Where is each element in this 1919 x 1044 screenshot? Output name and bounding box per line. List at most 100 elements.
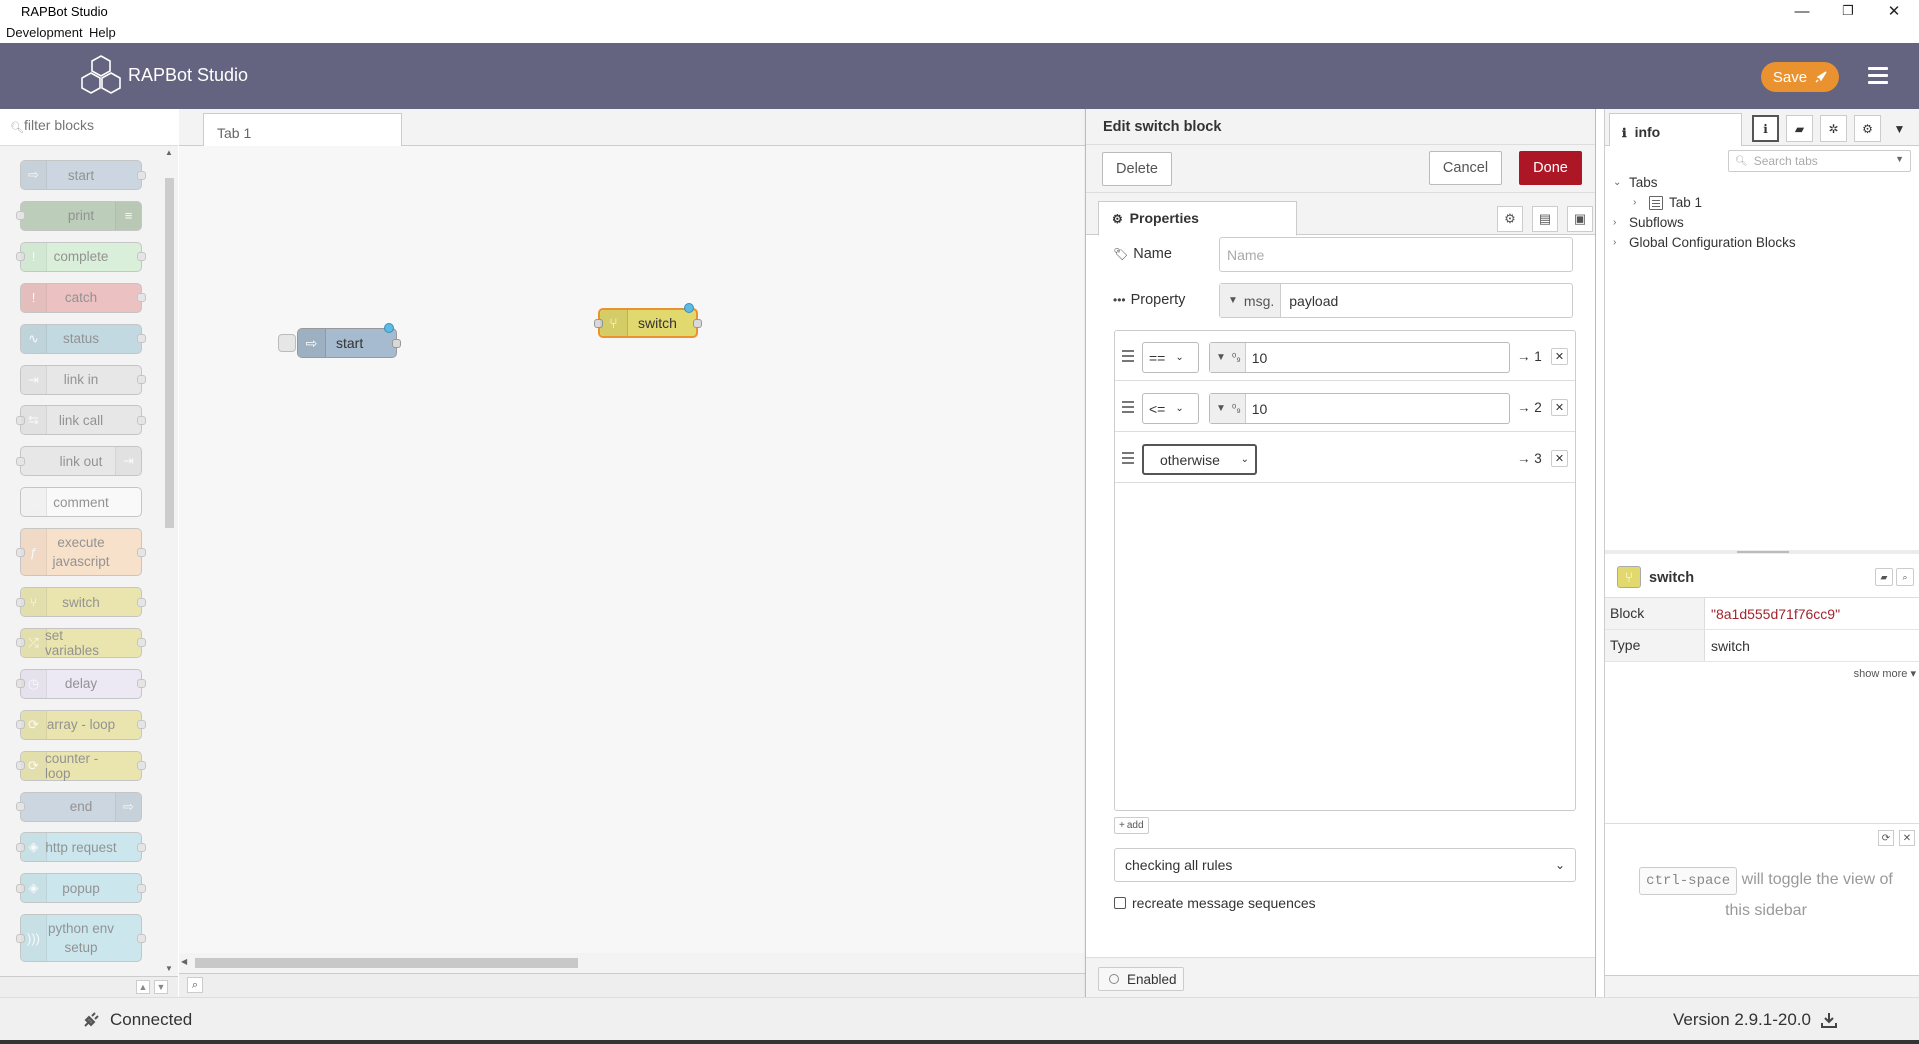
switch-icon: ⑂ xyxy=(21,588,47,616)
palette-node-comment[interactable]: ◌ comment xyxy=(20,487,142,518)
scroll-up-icon[interactable]: ▲ xyxy=(165,148,173,157)
search-icon[interactable]: ⌕ xyxy=(187,977,203,993)
rule-value-input[interactable]: ▼ ⁰₉ 10 xyxy=(1209,393,1510,424)
menu-help[interactable]: Help xyxy=(89,25,116,40)
palette-node-end[interactable]: ⇨ end xyxy=(16,791,142,822)
cancel-button[interactable]: Cancel xyxy=(1429,151,1502,185)
palette-node-python-env-setup[interactable]: ))) python env setup xyxy=(16,914,146,963)
download-icon[interactable] xyxy=(1820,1012,1837,1028)
menu-development[interactable]: Development xyxy=(6,25,83,40)
palette-filter-input[interactable] xyxy=(24,117,164,133)
recreate-checkbox[interactable] xyxy=(1114,897,1126,909)
description-icon[interactable]: ▤ xyxy=(1532,206,1558,232)
palette-footer: ▲ ▼ xyxy=(0,976,178,997)
bug-icon[interactable]: ✲ xyxy=(1820,115,1847,142)
palette-node-delay[interactable]: ◷ delay xyxy=(16,668,146,699)
exclamation-icon: ! xyxy=(21,242,47,271)
palette-node-http-request[interactable]: ◈ http request xyxy=(16,832,146,863)
enabled-toggle[interactable]: Enabled xyxy=(1098,967,1184,991)
drag-handle-icon[interactable] xyxy=(1122,350,1134,365)
tree-item-global-config[interactable]: › Global Configuration Blocks xyxy=(1613,235,1796,250)
app-name: RAPBot Studio xyxy=(128,65,249,85)
flow-node-start[interactable]: ⇨ start xyxy=(278,323,401,358)
value-type-select[interactable]: ▼ ⁰₉ xyxy=(1210,343,1246,372)
tree-item-subflows[interactable]: › Subflows xyxy=(1613,215,1684,230)
search-tabs-input[interactable]: 🔍︎ Search tabs ▼ xyxy=(1728,150,1911,172)
book-icon[interactable]: ▰ xyxy=(1875,568,1893,586)
appearance-icon[interactable]: ▣ xyxy=(1567,206,1593,232)
maximize-button[interactable]: ❐ xyxy=(1828,0,1868,22)
palette-node-link-in[interactable]: ⇥ link in xyxy=(20,364,146,395)
settings-gear-icon[interactable]: ⚙ xyxy=(1497,206,1523,232)
palette-node-counter-loop[interactable]: ⟳ counter - loop xyxy=(16,750,146,781)
flow-canvas[interactable]: ⇨ start ⑂ switch xyxy=(179,146,1085,962)
palette-node-complete[interactable]: ! complete xyxy=(16,241,146,272)
canvas-scrollbar[interactable]: ◀ xyxy=(179,953,1085,973)
save-button[interactable]: Save xyxy=(1761,62,1839,92)
inject-button[interactable] xyxy=(278,334,296,352)
search-icon[interactable]: ⌕ xyxy=(1896,568,1914,586)
rule-value-input[interactable]: ▼ ⁰₉ 10 xyxy=(1209,342,1510,373)
delete-button[interactable]: Delete xyxy=(1102,152,1172,186)
show-more-link[interactable]: show more ▾ xyxy=(1854,667,1916,680)
palette-node-print[interactable]: ≡ print xyxy=(16,200,142,231)
book-icon[interactable]: ▰ xyxy=(1786,115,1813,142)
palette-scrollbar[interactable]: ▲ ▼ xyxy=(162,146,178,977)
enabled-circle-icon xyxy=(1109,974,1119,984)
tree-item-tabs[interactable]: ⌄ Tabs xyxy=(1613,175,1658,190)
minimize-button[interactable]: — xyxy=(1782,0,1822,22)
expand-all-icon[interactable]: ▼ xyxy=(154,980,168,994)
palette-node-catch[interactable]: ! catch xyxy=(20,282,146,313)
palette-filter: 🔍︎ xyxy=(0,109,178,146)
chevron-down-icon: ⌄ xyxy=(1175,403,1184,414)
scroll-left-icon[interactable]: ◀ xyxy=(181,957,187,966)
caret-down-icon[interactable]: ▼ xyxy=(1886,115,1913,142)
node-info-key: Type xyxy=(1605,630,1705,661)
palette-node-execute-javascript[interactable]: ƒ execute javascript xyxy=(16,528,146,577)
value-type-select[interactable]: ▼ ⁰₉ xyxy=(1210,394,1246,423)
output-port[interactable] xyxy=(392,338,401,348)
info-icon[interactable]: ℹ xyxy=(1752,115,1779,142)
palette-node-popup[interactable]: ◈ popup xyxy=(16,873,146,904)
refresh-icon[interactable]: ⟳ xyxy=(1878,830,1894,846)
done-button[interactable]: Done xyxy=(1519,151,1582,185)
sidebar-tab-info[interactable]: ℹ info xyxy=(1609,113,1742,147)
remove-rule-icon[interactable]: ✕ xyxy=(1551,399,1568,416)
close-window-button[interactable]: ✕ xyxy=(1874,0,1914,22)
output-port[interactable] xyxy=(693,318,702,328)
gear-icon[interactable]: ⚙ xyxy=(1854,115,1881,142)
palette-node-status[interactable]: ∿ status xyxy=(20,323,146,354)
hamburger-menu-icon[interactable] xyxy=(1868,67,1888,88)
block-palette: 🔍︎ ⇨ start ≡ print !complete ! catch ∿ status ⇥ li… xyxy=(0,109,178,997)
recreate-sequences-row[interactable]: recreate message sequences xyxy=(1114,895,1316,911)
rule-operator-select[interactable]: <= ⌄ xyxy=(1142,393,1199,424)
remove-rule-icon[interactable]: ✕ xyxy=(1551,348,1568,365)
collapse-all-icon[interactable]: ▲ xyxy=(136,980,150,994)
flow-node-switch[interactable]: ⑂ switch xyxy=(594,303,702,338)
property-input[interactable]: ▼ msg. payload xyxy=(1219,283,1573,318)
rule-output: → 1 xyxy=(1517,349,1542,364)
scroll-down-icon[interactable]: ▼ xyxy=(165,964,173,973)
name-input[interactable]: Name xyxy=(1219,237,1573,272)
rule-operator-select[interactable]: == ⌄ xyxy=(1142,342,1199,373)
palette-node-link-call[interactable]: ⇆ link call xyxy=(16,405,146,436)
check-mode-select[interactable]: checking all rules ⌄ xyxy=(1114,848,1576,882)
close-icon[interactable]: ✕ xyxy=(1899,830,1915,846)
drag-handle-icon[interactable] xyxy=(1122,401,1134,416)
drag-handle-icon[interactable] xyxy=(1122,452,1134,467)
tree-item-tab-1[interactable]: › Tab 1 xyxy=(1633,195,1702,210)
add-rule-button[interactable]: + add xyxy=(1114,817,1149,834)
property-type-select[interactable]: ▼ msg. xyxy=(1220,284,1282,317)
palette-node-link-out[interactable]: ⇥ link out xyxy=(16,446,142,477)
palette-node-start[interactable]: ⇨ start xyxy=(20,160,146,190)
rule-operator-select[interactable]: otherwise ⌄ xyxy=(1142,444,1257,475)
switch-icon: ⑂ xyxy=(600,310,628,336)
palette-scroll-thumb[interactable] xyxy=(165,178,174,528)
palette-node-array-loop[interactable]: ⟳ array - loop xyxy=(16,709,146,740)
palette-node-set-variables[interactable]: ⤮ set variables xyxy=(16,627,146,658)
canvas-scroll-thumb[interactable] xyxy=(195,958,578,968)
palette-node-switch[interactable]: ⑂ switch xyxy=(16,587,146,617)
tab-tab-1[interactable]: Tab 1 xyxy=(203,113,402,147)
tab-properties[interactable]: ⚙ Properties xyxy=(1098,201,1297,236)
remove-rule-icon[interactable]: ✕ xyxy=(1551,450,1568,467)
